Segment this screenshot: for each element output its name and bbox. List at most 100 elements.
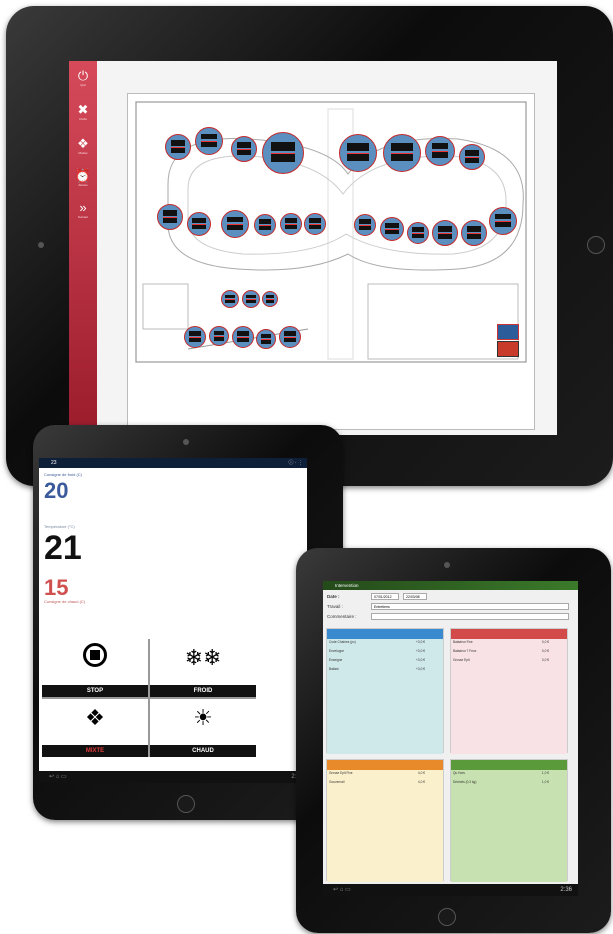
- list-item[interactable]: Code Chaînes (pc) +3,0 €: [327, 639, 443, 648]
- header-number: 23: [51, 460, 57, 466]
- list-item[interactable]: Gouvernail 4,0 €: [327, 779, 443, 788]
- sidebar-item-next[interactable]: » Suivant: [69, 201, 97, 220]
- sensor-9[interactable]: [157, 204, 183, 230]
- date-label: Date :: [327, 594, 340, 599]
- travail-select[interactable]: Entretiens: [371, 603, 569, 610]
- sensor-16[interactable]: [380, 217, 404, 241]
- sensor-27[interactable]: [256, 329, 276, 349]
- power-icon: ⏻: [77, 68, 89, 83]
- sensor-5[interactable]: [339, 134, 377, 172]
- quadrant-body: Baladeur Fixe 0,0 € Baladeur 7 Feux 0,0 € …: [451, 639, 567, 754]
- sensor-7[interactable]: [425, 136, 455, 166]
- home-button[interactable]: [177, 795, 195, 813]
- time-field[interactable]: 22/03/08: [403, 593, 427, 600]
- alarm-icon: ⏰: [74, 168, 92, 183]
- status-panel-hot[interactable]: [497, 341, 519, 357]
- date-field[interactable]: 07/01/2012: [371, 593, 399, 600]
- sensor-10[interactable]: [187, 212, 211, 236]
- sensor-8[interactable]: [459, 144, 485, 170]
- quadrant-header[interactable]: [327, 760, 443, 770]
- sidebar-item-modes[interactable]: ❖ Modes: [69, 136, 97, 156]
- temperature-value: 21: [44, 529, 82, 567]
- quadrant-body: Code Chaînes (pc) +3,0 € Enveloppe +3,0 € …: [327, 639, 443, 754]
- comment-field[interactable]: [371, 613, 569, 620]
- consigne-froid-label: Consigne de froid (C): [44, 472, 83, 477]
- sensor-25[interactable]: [209, 326, 229, 346]
- camera-dot: [183, 439, 189, 445]
- mixte-button[interactable]: ❖ MIXTE: [42, 699, 148, 757]
- list-item[interactable]: Qu Hors 1,0 €: [451, 770, 567, 779]
- chaud-button[interactable]: ☀ CHAUD: [150, 699, 256, 757]
- stop-icon: [42, 643, 148, 675]
- sensor-28[interactable]: [279, 326, 301, 348]
- quadrant-red: Baladeur Fixe 0,0 € Baladeur 7 Feux 0,0 € …: [450, 628, 568, 754]
- home-button[interactable]: [438, 908, 456, 926]
- travail-label: Travail :: [327, 604, 343, 609]
- quadrant-green: Qu Hors 1,0 € Déchets (0,3 kg) 1,0 €: [450, 759, 568, 882]
- snowflake-icon: ❄❄: [184, 645, 222, 670]
- list-item[interactable]: Déchets (0,3 kg) 1,0 €: [451, 779, 567, 788]
- floor-plan: [127, 93, 535, 430]
- floorplan-screen: ⏻ Quit ✖ Outils ❖ Modes ⏰ Alertes » Suiv…: [69, 61, 557, 435]
- sensor-6[interactable]: [383, 134, 421, 172]
- quadrant-body: Qu Hors 1,0 € Déchets (0,3 kg) 1,0 €: [451, 770, 567, 882]
- sensor-4[interactable]: [262, 132, 304, 174]
- sensor-19[interactable]: [461, 220, 487, 246]
- sensor-15[interactable]: [354, 214, 376, 236]
- list-item[interactable]: Grosse Eplt 0,0 €: [451, 657, 567, 666]
- consigne-chaud-label: Consigne de chaud (C): [44, 599, 86, 604]
- sensor-24[interactable]: [184, 326, 206, 348]
- sensor-3[interactable]: [231, 136, 257, 162]
- sensor-21[interactable]: [221, 290, 239, 308]
- consigne-chaud-value[interactable]: 15: [44, 577, 307, 599]
- list-item[interactable]: Ballast +3,0 €: [327, 666, 443, 675]
- app-header: Intervention: [323, 581, 578, 590]
- sidebar: ⏻ Quit ✖ Outils ❖ Modes ⏰ Alertes » Suiv…: [69, 61, 97, 435]
- sensor-1[interactable]: [165, 134, 191, 160]
- sensor-18[interactable]: [432, 220, 458, 246]
- sensor-22[interactable]: [242, 290, 260, 308]
- temperature-label: Température (°C): [44, 524, 75, 529]
- sensor-23[interactable]: [262, 291, 278, 307]
- sensor-26[interactable]: [232, 326, 254, 348]
- comment-label: Commentaire :: [327, 614, 357, 619]
- home-button[interactable]: [587, 236, 605, 254]
- sensor-14[interactable]: [304, 213, 326, 235]
- android-nav-bar: ↩ ⌂ ▭ 2:36: [323, 884, 578, 896]
- sidebar-item-tools[interactable]: ✖ Outils: [69, 102, 97, 122]
- list-item[interactable]: Enveloppe +3,0 €: [327, 648, 443, 657]
- nav-buttons[interactable]: ↩ ⌂ ▭: [333, 887, 351, 893]
- nav-buttons[interactable]: ↩ ⌂ ▭: [49, 774, 67, 780]
- status-panel-cold[interactable]: [497, 324, 519, 340]
- consigne-froid-value[interactable]: 20: [44, 480, 307, 502]
- sensor-20[interactable]: [489, 207, 517, 235]
- app-title: Intervention: [335, 583, 359, 588]
- list-item[interactable]: Baladeur 7 Feux 0,0 €: [451, 648, 567, 657]
- sidebar-item-power[interactable]: ⏻ Quit: [69, 68, 97, 88]
- list-item[interactable]: Grosse Eplt Fixe 4,0 €: [327, 770, 443, 779]
- quadrant-body: Grosse Eplt Fixe 4,0 € Gouvernail 4,0 €: [327, 770, 443, 882]
- quadrant-header[interactable]: [451, 760, 567, 770]
- stop-button[interactable]: STOP: [42, 639, 148, 697]
- thermostat-screen: 23 ⓘ · ⋮ Consigne de froid (C) 20 Tempér…: [39, 458, 307, 783]
- quadrant-orange: Grosse Eplt Fixe 4,0 € Gouvernail 4,0 €: [326, 759, 444, 882]
- list-item[interactable]: Baladeur Fixe 0,0 €: [451, 639, 567, 648]
- sensor-2[interactable]: [195, 127, 223, 155]
- camera-dot: [444, 562, 450, 568]
- quadrant-header[interactable]: [451, 629, 567, 639]
- clock: 2:36: [560, 887, 572, 893]
- mixte-icon: ❖: [85, 705, 105, 730]
- sidebar-item-alarm[interactable]: ⏰ Alertes: [69, 168, 97, 188]
- sensor-11[interactable]: [221, 210, 249, 238]
- quadrant-header[interactable]: [327, 629, 443, 639]
- tools-icon: ✖: [77, 102, 89, 117]
- sensor-12[interactable]: [254, 214, 276, 236]
- froid-button[interactable]: ❄❄ FROID: [150, 639, 256, 697]
- sensor-17[interactable]: [407, 222, 429, 244]
- mode-buttons: STOP ❄❄ FROID ❖ MIXTE ☀ CHAUD: [42, 639, 256, 757]
- list-item[interactable]: Enseigne +3,0 €: [327, 657, 443, 666]
- info-icon[interactable]: ⓘ · ⋮: [289, 458, 303, 468]
- mode-icon: ❖: [77, 136, 89, 151]
- app-header: 23 ⓘ · ⋮: [39, 458, 307, 468]
- sensor-13[interactable]: [280, 213, 302, 235]
